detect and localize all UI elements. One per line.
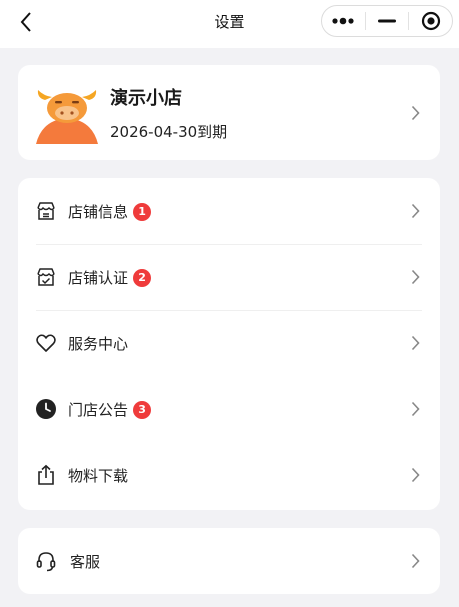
store-expiry-date: 2026-04-30到期 — [110, 123, 228, 141]
chevron-right-icon — [411, 269, 420, 285]
notification-badge: 2 — [133, 268, 152, 287]
menu-item-text: 客服 — [70, 553, 101, 571]
minimize-button[interactable] — [366, 6, 409, 36]
notification-badge: 1 — [133, 202, 152, 221]
minimize-icon — [378, 19, 396, 23]
menu-item-text: 店铺信息 — [68, 203, 129, 221]
chevron-right-icon — [411, 401, 420, 417]
notification-badge: 3 — [133, 400, 152, 419]
menu-item-label: 服务中心 — [68, 333, 128, 354]
store-name: 演示小店 — [110, 88, 182, 109]
chevron-right-icon — [411, 467, 420, 483]
chevron-right-icon — [411, 203, 420, 219]
menu-item-store-auth[interactable]: 店铺认证 2 — [18, 244, 440, 310]
menu-item-store-notice[interactable]: 门店公告 3 — [18, 376, 440, 442]
store-info-icon — [37, 202, 55, 220]
menu-item-label: 物料下载 — [68, 465, 128, 486]
more-button[interactable] — [322, 6, 365, 36]
navigation-bar: 设置 — [0, 0, 459, 48]
chevron-right-icon — [411, 105, 420, 121]
menu-item-label: 店铺信息 1 — [68, 201, 152, 222]
menu-item-text: 物料下载 — [68, 467, 129, 485]
menu-item-label: 门店公告 3 — [68, 399, 152, 420]
headset-icon — [36, 552, 56, 572]
menu-item-text: 服务中心 — [68, 335, 129, 353]
settings-menu: 店铺信息 1 店铺认证 2 服务中心 门店公告 3 物料下载 — [18, 178, 440, 510]
more-icon — [332, 17, 354, 25]
close-circle-icon — [421, 11, 440, 31]
back-button[interactable] — [14, 9, 38, 35]
menu-item-customer-service[interactable]: 客服 — [18, 528, 440, 594]
store-card[interactable]: 演示小店 2026-04-30到期 — [18, 65, 440, 160]
menu-item-service-center[interactable]: 服务中心 — [18, 310, 440, 376]
store-mascot-logo — [36, 90, 98, 144]
menu-item-label: 店铺认证 2 — [68, 267, 152, 288]
chevron-right-icon — [411, 553, 420, 569]
share-upload-icon — [38, 464, 54, 485]
store-auth-icon — [37, 268, 55, 286]
menu-item-text: 门店公告 — [68, 401, 129, 419]
clock-icon — [36, 399, 56, 419]
chevron-right-icon — [411, 335, 420, 351]
menu-item-text: 店铺认证 — [68, 269, 129, 287]
menu-item-material-download[interactable]: 物料下载 — [18, 442, 440, 508]
back-arrow-icon — [20, 12, 31, 32]
menu-item-store-info[interactable]: 店铺信息 1 — [18, 178, 440, 244]
close-miniapp-button[interactable] — [409, 6, 452, 36]
heart-icon — [36, 334, 56, 352]
miniapp-capsule — [321, 5, 453, 37]
